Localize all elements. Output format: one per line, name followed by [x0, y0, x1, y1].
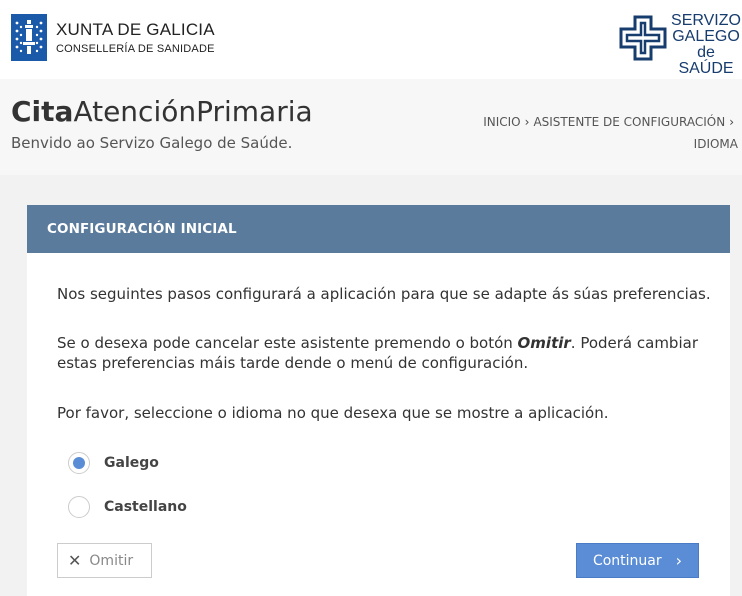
welcome-subtitle: Benvido ao Servizo Galego de Saúde.	[11, 134, 293, 152]
cancel-paragraph: Se o desexa pode cancelar este asistente…	[57, 333, 717, 373]
app-title-bold: Cita	[11, 95, 74, 128]
omit-button-label: Omitir	[89, 552, 134, 569]
app-title-light: AtenciónPrimaria	[73, 95, 313, 128]
xunta-logo[interactable]: XUNTA DE GALICIA CONSELLERÍA DE SANIDADE	[11, 14, 215, 61]
sergas-line-1: SERVIZO	[671, 12, 741, 29]
radio-galego[interactable]	[68, 452, 90, 474]
app-title: CitaAtenciónPrimaria	[11, 95, 313, 128]
sergas-logo[interactable]: SERVIZO GALEGO de SAÚDE	[617, 12, 742, 77]
sergas-line-3: de SAÚDE	[678, 44, 734, 77]
sergas-line-2: GALEGO	[672, 28, 740, 45]
chevron-right-icon: ›	[729, 115, 734, 129]
xunta-emblem-icon	[11, 14, 47, 61]
xunta-subtitle: CONSELLERÍA DE SANIDADE	[56, 43, 215, 55]
page-header: CitaAtenciónPrimaria Benvido ao Servizo …	[0, 79, 742, 175]
continue-button-label: Continuar	[592, 552, 662, 569]
config-panel: CONFIGURACIÓN INICIAL Nos seguintes paso…	[27, 205, 730, 596]
breadcrumb-inicio[interactable]: INICIO	[483, 115, 520, 129]
breadcrumb: INICIO › ASISTENTE DE CONFIGURACIÓN › IDIOM…	[468, 111, 738, 155]
breadcrumb-idioma: IDIOMA	[693, 137, 738, 151]
radio-castellano[interactable]	[68, 496, 90, 518]
top-bar: XUNTA DE GALICIA CONSELLERÍA DE SANIDADE…	[0, 0, 742, 79]
continue-button[interactable]: Continuar ›	[576, 543, 699, 578]
omit-button[interactable]: ✕ Omitir	[57, 543, 152, 578]
language-option-castellano[interactable]: Castellano	[68, 496, 187, 518]
intro-paragraph: Nos seguintes pasos configurará a aplica…	[57, 285, 711, 303]
chevron-right-icon: ›	[675, 551, 683, 570]
xunta-title: XUNTA DE GALICIA	[56, 20, 215, 39]
radio-label-castellano[interactable]: Castellano	[104, 499, 187, 515]
close-icon: ✕	[68, 551, 82, 570]
panel-heading: CONFIGURACIÓN INICIAL	[27, 205, 730, 253]
language-prompt: Por favor, seleccione o idioma no que de…	[57, 404, 609, 422]
omit-emphasis: Omitir	[517, 334, 571, 352]
breadcrumb-asistente[interactable]: ASISTENTE DE CONFIGURACIÓN	[533, 115, 725, 129]
sergas-cross-icon	[619, 15, 667, 61]
chevron-right-icon: ›	[524, 115, 530, 129]
radio-label-galego[interactable]: Galego	[104, 455, 159, 471]
language-option-galego[interactable]: Galego	[68, 452, 159, 474]
cancel-text-start: Se o desexa pode cancelar este asistente…	[57, 334, 518, 352]
